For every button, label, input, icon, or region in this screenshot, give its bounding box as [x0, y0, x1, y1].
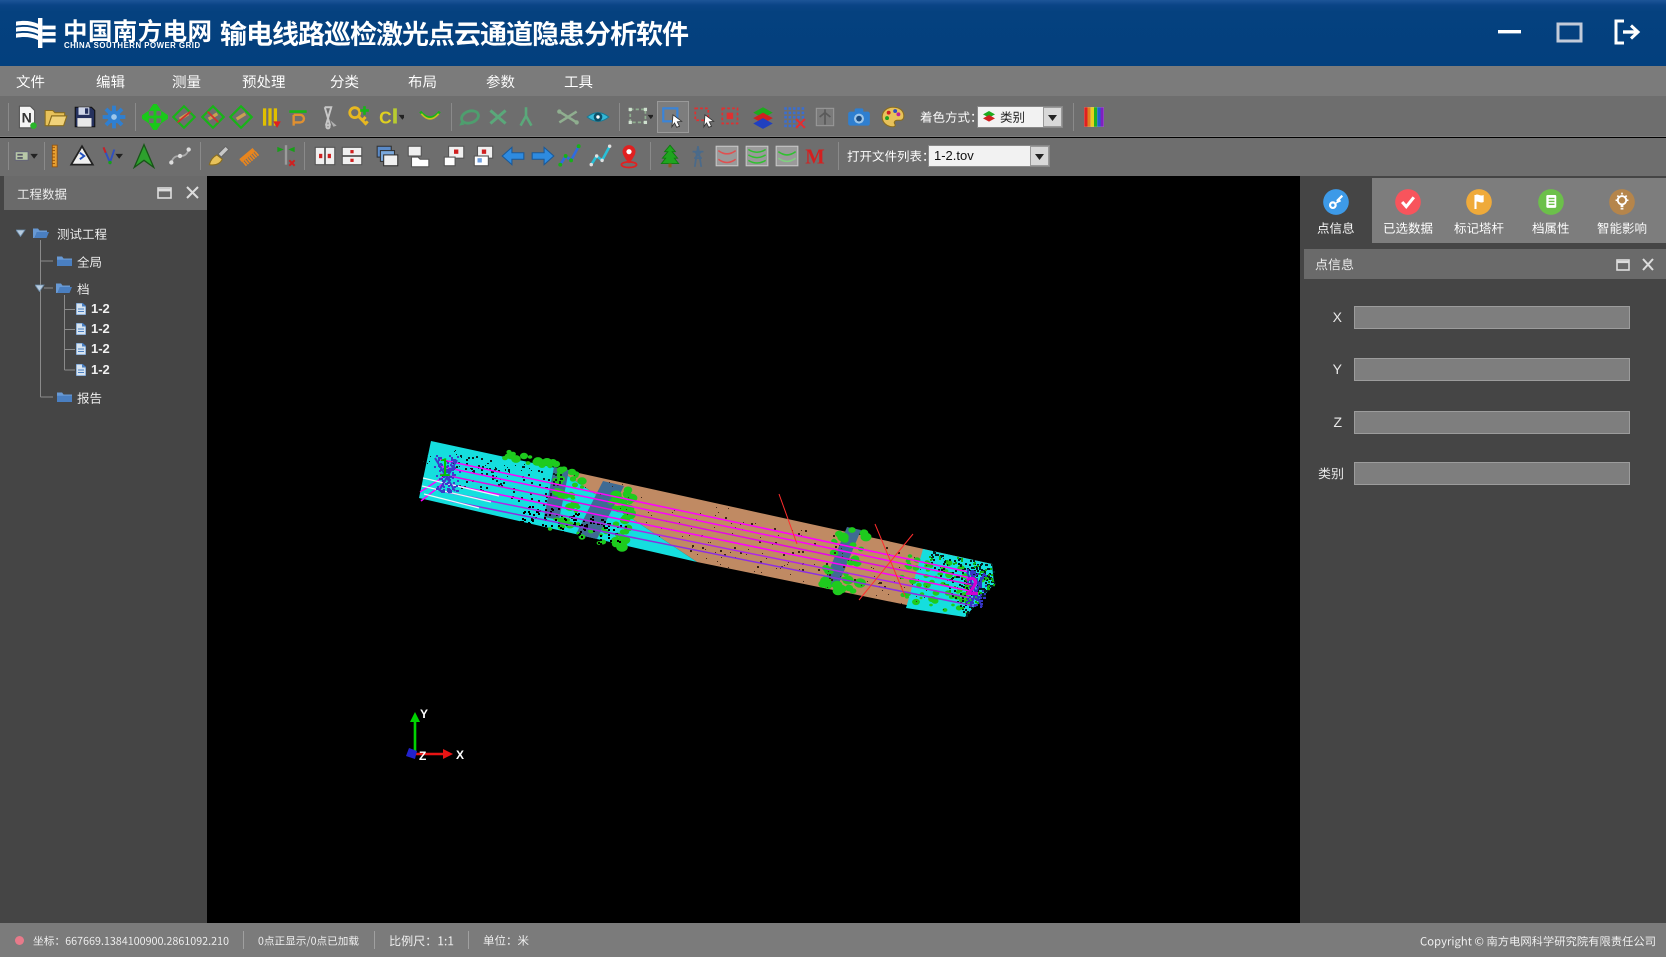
svg-text:Z: Z	[419, 749, 426, 763]
svg-text:C: C	[379, 108, 392, 128]
svg-text:X: X	[456, 748, 464, 762]
svg-text:M: M	[805, 147, 824, 169]
svg-text:Y: Y	[420, 707, 428, 721]
svg-text:N: N	[22, 109, 32, 125]
